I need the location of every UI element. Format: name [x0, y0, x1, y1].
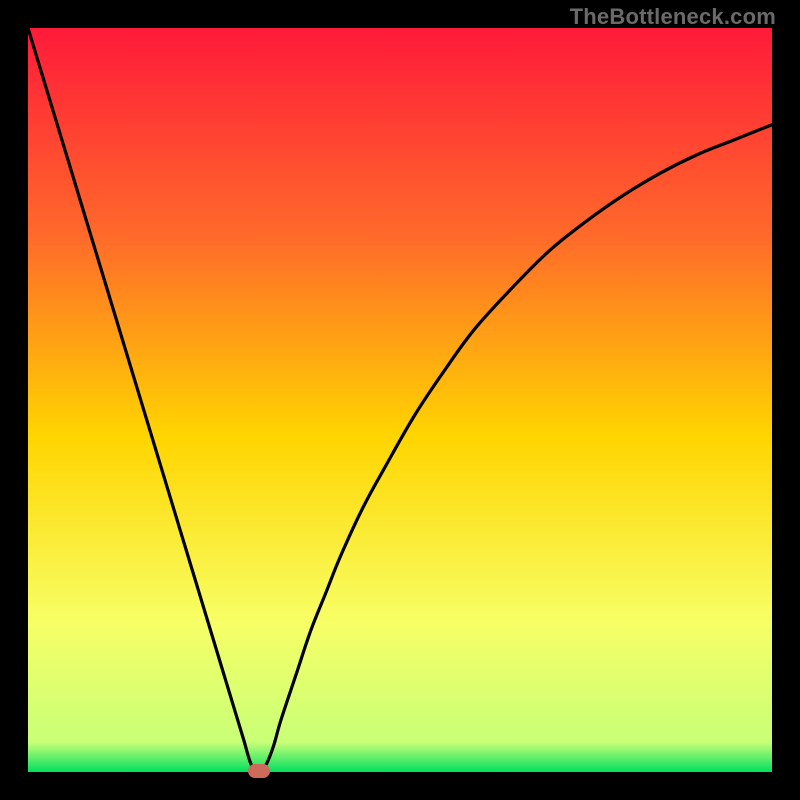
optimal-point-marker [248, 764, 270, 778]
bottleneck-chart [28, 28, 772, 772]
chart-container: TheBottleneck.com [0, 0, 800, 800]
attribution-text: TheBottleneck.com [570, 4, 776, 30]
